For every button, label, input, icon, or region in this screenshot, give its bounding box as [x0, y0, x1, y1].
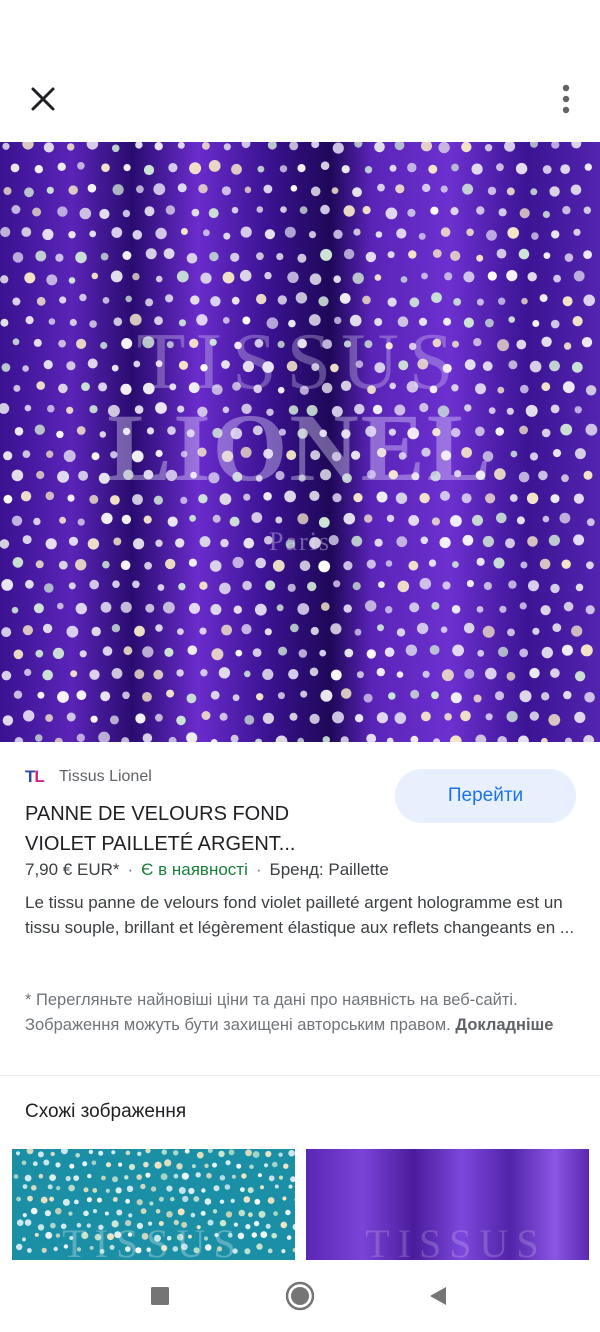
product-description: Le tissu panne de velours fond violet pa… — [25, 893, 575, 937]
site-logo-icon: TL — [25, 767, 45, 786]
price: 7,90 € EUR* — [25, 860, 120, 879]
purple-tulle-thumbnail: TISSUS — [306, 1149, 589, 1260]
recents-button[interactable] — [142, 1278, 178, 1314]
disclaimer: * Перегляньте найновіші ціни та дані про… — [25, 988, 581, 1038]
watermark-line3: Paris — [269, 527, 331, 556]
divider — [0, 1075, 600, 1076]
teal-sequin-fabric-thumbnail: TISSUS — [12, 1149, 295, 1260]
disclaimer-text: * Перегляньте найновіші ціни та дані про… — [25, 991, 518, 1034]
thumb2-watermark: TISSUS — [365, 1221, 546, 1260]
thumb1-watermark: TISSUS — [62, 1221, 243, 1260]
more-vert-icon — [562, 84, 570, 114]
watermark-line2: LIONEL — [107, 394, 493, 501]
product-image[interactable]: TISSUS LIONEL Paris — [0, 142, 600, 742]
recents-square-icon — [151, 1287, 169, 1305]
back-button[interactable] — [420, 1278, 456, 1314]
home-button[interactable] — [282, 1278, 318, 1314]
more-options-button[interactable] — [548, 78, 584, 120]
similar-images-title: Схожі зображення — [25, 1101, 187, 1122]
close-icon — [31, 87, 55, 111]
brand: Бренд: Paillette — [269, 860, 389, 879]
home-circle-icon — [285, 1281, 315, 1311]
product-meta: 7,90 € EUR* · Є в наявності · Бренд: Paillet… — [25, 860, 389, 879]
top-toolbar — [0, 0, 600, 142]
similar-image-2[interactable]: TISSUS — [306, 1149, 589, 1260]
system-navbar — [0, 1260, 600, 1332]
similar-image-1[interactable]: TISSUS — [12, 1149, 295, 1260]
source-row[interactable]: TL Tissus Lionel — [25, 765, 152, 789]
close-button[interactable] — [22, 78, 64, 120]
availability: Є в наявності — [141, 860, 248, 879]
product-title[interactable]: PANNE DE VELOURS FOND VIOLET PAILLETÉ AR… — [25, 799, 355, 859]
goto-button[interactable]: Перейти — [395, 769, 576, 823]
back-triangle-icon — [430, 1287, 446, 1305]
learn-more-link[interactable]: Докладніше — [455, 1016, 553, 1034]
source-name: Tissus Lionel — [59, 768, 152, 785]
